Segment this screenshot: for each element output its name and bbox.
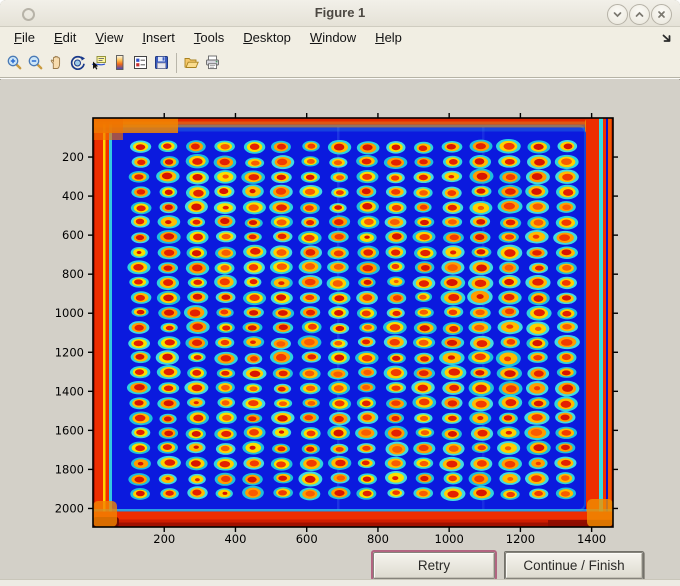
retry-button-focus-ring: Retry [371, 550, 497, 581]
heatmap-image [93, 118, 613, 527]
pan-button[interactable] [46, 52, 67, 74]
print-figure-button[interactable] [202, 52, 223, 74]
x-tick-label: 1000 [435, 532, 464, 546]
window-title: Figure 1 [314, 5, 366, 20]
y-tick-label: 400 [62, 189, 84, 203]
zoom-in-button[interactable] [4, 52, 25, 74]
y-tick-label: 2000 [55, 501, 84, 515]
chevron-up-icon [635, 11, 644, 17]
x-tick-label: 1400 [577, 532, 606, 546]
figure-canvas: 200 400 600 800 1000 1200 1400 200 400 600 800 1000… [0, 80, 680, 580]
rotate-3d-icon [70, 55, 85, 70]
zoom-out-button[interactable] [25, 52, 46, 74]
toolbar-separator [176, 52, 177, 73]
menu-view[interactable]: View [89, 28, 129, 47]
rotate-3d-button[interactable] [67, 52, 88, 74]
close-window-button[interactable] [651, 4, 672, 25]
titlebar[interactable]: Figure 1 [0, 0, 680, 27]
y-tick-label: 1800 [55, 462, 84, 476]
heatmap-plot[interactable]: 200 400 600 800 1000 1200 1400 200 400 600 800 1000… [0, 80, 680, 580]
menu-insert[interactable]: Insert [136, 28, 181, 47]
menu-overflow-icon[interactable] [661, 32, 673, 44]
menu-tools[interactable]: Tools [188, 28, 230, 47]
insert-legend-button[interactable] [130, 52, 151, 74]
y-tick-label: 1400 [55, 384, 84, 398]
figure-toolbar [0, 48, 680, 78]
menu-file[interactable]: File [8, 28, 41, 47]
colorbar-icon [116, 55, 124, 70]
close-icon [658, 11, 665, 18]
x-tick-label: 200 [153, 532, 175, 546]
figure-window: Figure 1 File Edit View Insert Tools Des… [0, 0, 680, 586]
open-file-button[interactable] [181, 52, 202, 74]
menu-help[interactable]: Help [369, 28, 408, 47]
menu-edit[interactable]: Edit [48, 28, 82, 47]
pan-hand-icon [50, 55, 61, 69]
x-tick-label: 400 [224, 532, 246, 546]
printer-icon [206, 55, 219, 70]
continue-finish-button[interactable]: Continue / Finish [505, 552, 643, 579]
insert-colorbar-button[interactable] [109, 52, 130, 74]
y-tick-label: 1200 [55, 345, 84, 359]
x-tick-label: 600 [296, 532, 318, 546]
y-tick-label: 1000 [55, 306, 84, 320]
data-cursor-button[interactable] [88, 52, 109, 74]
legend-icon [134, 56, 147, 69]
zoom-out-icon [28, 55, 43, 70]
save-icon [155, 56, 168, 69]
retry-button[interactable]: Retry [373, 552, 495, 579]
y-tick-label: 600 [62, 228, 84, 242]
menubar: File Edit View Insert Tools Desktop Wind… [0, 27, 680, 48]
save-figure-button[interactable] [151, 52, 172, 74]
window-menu-icon[interactable] [22, 8, 35, 21]
x-tick-label: 800 [367, 532, 389, 546]
data-cursor-icon [91, 56, 106, 70]
menu-desktop[interactable]: Desktop [237, 28, 297, 47]
x-tick-label: 1200 [506, 532, 535, 546]
shade-window-button[interactable] [607, 4, 628, 25]
y-tick-label: 200 [62, 150, 84, 164]
zoom-in-icon [7, 55, 22, 70]
menu-window[interactable]: Window [304, 28, 362, 47]
window-bottom-frame [0, 579, 680, 586]
continue-finish-button-frame: Continue / Finish [504, 551, 644, 580]
y-tick-label: 1600 [55, 423, 84, 437]
y-tick-label: 800 [62, 267, 84, 281]
chevron-down-icon [613, 12, 622, 18]
open-folder-icon [184, 58, 199, 68]
unshade-window-button[interactable] [629, 4, 650, 25]
